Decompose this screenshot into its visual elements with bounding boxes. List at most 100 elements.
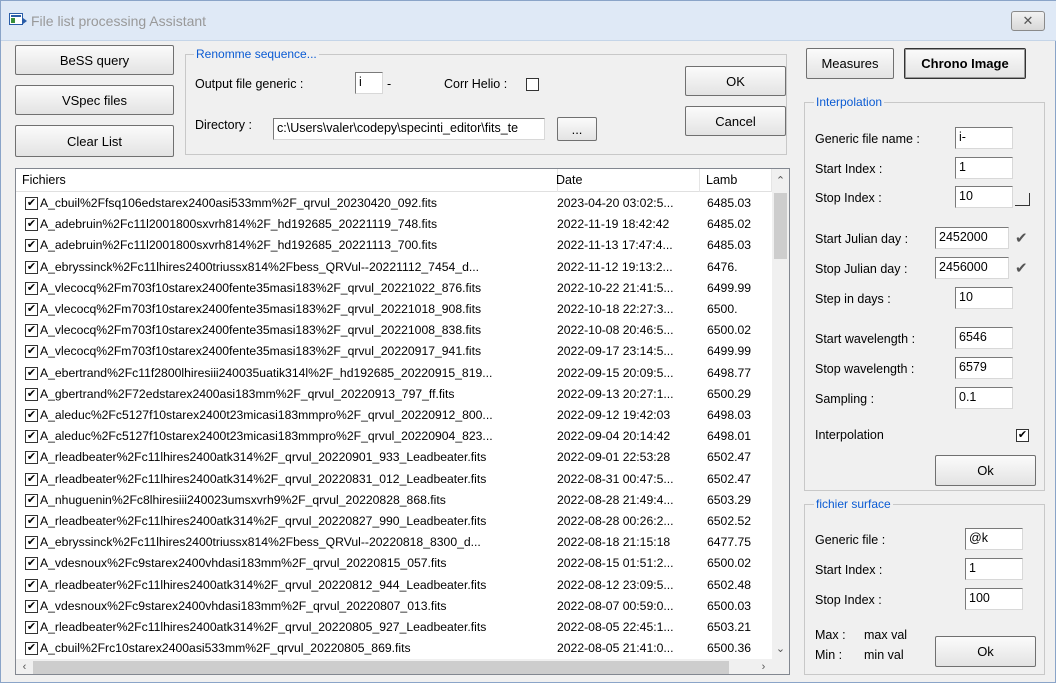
table-row[interactable]: ✔ A_gbertrand%2F72edstarex2400asi183mm%2F… [16, 384, 772, 405]
output-file-input[interactable]: i [355, 72, 383, 94]
start-julian-input[interactable]: 2452000 [935, 227, 1009, 249]
scroll-right-icon[interactable]: › [755, 659, 772, 674]
row-checkbox[interactable]: ✔ [25, 515, 38, 528]
row-checkbox[interactable]: ✔ [25, 472, 38, 486]
chrono-image-button[interactable]: Chrono Image [904, 48, 1026, 79]
ok-button[interactable]: OK [685, 66, 786, 96]
row-checkbox[interactable]: ✔ [25, 578, 38, 592]
row-checkbox[interactable]: ✔ [25, 621, 38, 634]
row-checkbox[interactable]: ✔ [25, 303, 38, 316]
list-header: Fichiers Date Lamb [16, 169, 789, 192]
table-row[interactable]: ✔ A_vdesnoux%2Fc9starex2400vhdasi183mm%2F… [16, 596, 772, 617]
row-checkbox[interactable]: ✔ [25, 387, 38, 401]
clear-list-button[interactable]: Clear List [15, 125, 174, 157]
bess-query-button[interactable]: BeSS query [15, 45, 174, 75]
interpolation-ok-button[interactable]: Ok [935, 455, 1036, 486]
scroll-down-icon[interactable]: ⌄ [772, 641, 789, 658]
row-checkbox[interactable]: ✔ [25, 642, 38, 656]
table-row[interactable]: ✔ A_cbuil%2Frc10starex2400asi533mm%2F_qrv… [16, 638, 772, 659]
stop-julian-input[interactable]: 2456000 [935, 257, 1009, 279]
table-row[interactable]: ✔ A_cbuil%2Ffsq106edstarex2400asi533mm%2F… [16, 193, 772, 214]
vspec-files-button[interactable]: VSpec files [15, 85, 174, 115]
column-header-lamb[interactable]: Lamb [700, 169, 772, 192]
row-file-name: A_rleadbeater%2Fc11lhires2400atk314%2F_q… [40, 620, 487, 634]
table-row[interactable]: ✔ A_adebruin%2Fc11l2001800sxvrh814%2F_hd1… [16, 235, 772, 256]
row-date: 2022-08-31 00:47:5... [557, 471, 674, 486]
start-julian-check-icon[interactable]: ✔ [1015, 229, 1028, 247]
table-row[interactable]: ✔ A_rleadbeater%2Fc11lhires2400atk314%2F_… [16, 447, 772, 468]
row-checkbox[interactable]: ✔ [25, 324, 38, 338]
row-checkbox[interactable]: ✔ [25, 366, 38, 380]
table-row[interactable]: ✔ A_adebruin%2Fc11l2001800sxvrh814%2F_hd1… [16, 214, 772, 235]
surface-stop-index-input[interactable]: 100 [965, 588, 1023, 610]
row-date: 2022-10-08 20:46:5... [557, 323, 674, 338]
surface-ok-button[interactable]: Ok [935, 636, 1036, 667]
row-file-name: A_rleadbeater%2Fc11lhires2400atk314%2F_q… [40, 471, 487, 486]
row-checkbox[interactable]: ✔ [25, 451, 38, 465]
row-checkbox[interactable]: ✔ [25, 239, 38, 253]
close-button[interactable]: ✕ [1011, 11, 1045, 31]
row-file-name: A_vlecocq%2Fm703f10starex2400fente35masi… [40, 280, 482, 295]
stop-index-input[interactable]: 10 [955, 186, 1013, 208]
stop-index-checkbox[interactable] [1015, 193, 1030, 206]
scroll-left-icon[interactable]: ‹ [16, 659, 33, 674]
column-header-fichiers[interactable]: Fichiers [16, 169, 558, 192]
surface-start-index-input[interactable]: 1 [965, 558, 1023, 580]
generic-file-input[interactable]: @k [965, 528, 1023, 550]
surface-stop-index-label: Stop Index : [815, 593, 882, 607]
row-checkbox[interactable]: ✔ [25, 493, 38, 507]
browse-button[interactable]: ... [557, 117, 597, 141]
start-wavelength-input[interactable]: 6546 [955, 327, 1013, 349]
stop-wavelength-input[interactable]: 6579 [955, 357, 1013, 379]
table-row[interactable]: ✔ A_vlecocq%2Fm703f10starex2400fente35mas… [16, 278, 772, 299]
row-date: 2022-08-18 21:15:18 [557, 535, 671, 550]
table-row[interactable]: ✔ A_ebryssinck%2Fc11lhires2400triussx814%… [16, 532, 772, 553]
generic-file-name-input[interactable]: i- [955, 127, 1013, 149]
row-file-name: A_gbertrand%2F72edstarex2400asi183mm%2F_… [40, 386, 455, 401]
row-lamb: 6500.36 [707, 641, 752, 656]
table-row[interactable]: ✔ A_aleduc%2Fc5127f10starex2400t23micasi1… [16, 405, 772, 426]
stop-julian-check-icon[interactable]: ✔ [1015, 259, 1028, 277]
row-checkbox[interactable]: ✔ [25, 536, 38, 550]
table-row[interactable]: ✔ A_ebryssinck%2Fc11lhires2400triussx814%… [16, 257, 772, 278]
row-lamb: 6477.75 [707, 535, 752, 550]
table-row[interactable]: ✔ A_ebertrand%2Fc11f2800lhiresiii240035ua… [16, 363, 772, 384]
cancel-button[interactable]: Cancel [685, 106, 786, 136]
corr-helio-checkbox[interactable] [526, 78, 539, 91]
measures-button[interactable]: Measures [806, 48, 894, 79]
row-checkbox[interactable]: ✔ [25, 345, 38, 359]
row-checkbox[interactable]: ✔ [25, 409, 38, 422]
table-row[interactable]: ✔ A_nhuguenin%2Fc8lhiresiii240023umsxvrh9… [16, 490, 772, 511]
table-row[interactable]: ✔ A_rleadbeater%2Fc11lhires2400atk314%2F_… [16, 575, 772, 596]
title-bar[interactable]: File list processing Assistant ✕ [1, 1, 1056, 41]
table-row[interactable]: ✔ A_vlecocq%2Fm703f10starex2400fente35mas… [16, 320, 772, 341]
sampling-input[interactable]: 0.1 [955, 387, 1013, 409]
scroll-up-icon[interactable]: ⌃ [772, 173, 789, 190]
file-list[interactable]: Fichiers Date Lamb ✔ A_cbuil%2Ffsq106edst… [15, 168, 790, 675]
directory-input[interactable]: c:\Users\valer\codepy\specinti_editor\fi… [273, 118, 545, 140]
table-row[interactable]: ✔ A_rleadbeater%2Fc11lhires2400atk314%2F_… [16, 511, 772, 532]
table-row[interactable]: ✔ A_vlecocq%2Fm703f10starex2400fente35mas… [16, 341, 772, 362]
column-header-date[interactable]: Date [550, 169, 700, 192]
start-index-input[interactable]: 1 [955, 157, 1013, 179]
table-row[interactable]: ✔ A_vdesnoux%2Fc9starex2400vhdasi183mm%2F… [16, 553, 772, 574]
step-days-label: Step in days : [815, 292, 891, 306]
horizontal-scroll-thumb[interactable] [33, 661, 729, 674]
row-file-name: A_vlecocq%2Fm703f10starex2400fente35masi… [40, 302, 482, 316]
table-row[interactable]: ✔ A_aleduc%2Fc5127f10starex2400t23micasi1… [16, 426, 772, 447]
row-checkbox[interactable]: ✔ [25, 281, 38, 295]
row-checkbox[interactable]: ✔ [25, 599, 38, 613]
row-checkbox[interactable]: ✔ [25, 218, 38, 232]
step-days-input[interactable]: 10 [955, 287, 1013, 309]
table-row[interactable]: ✔ A_rleadbeater%2Fc11lhires2400atk314%2F_… [16, 617, 772, 638]
row-checkbox[interactable]: ✔ [25, 430, 38, 444]
vertical-scroll-thumb[interactable] [774, 193, 787, 259]
row-checkbox[interactable]: ✔ [25, 197, 38, 210]
row-lamb: 6498.03 [707, 408, 752, 422]
row-checkbox[interactable]: ✔ [25, 260, 38, 274]
interpolation-checkbox[interactable]: ✔ [1016, 429, 1029, 442]
row-checkbox[interactable]: ✔ [25, 557, 38, 571]
table-row[interactable]: ✔ A_rleadbeater%2Fc11lhires2400atk314%2F_… [16, 469, 772, 490]
table-row[interactable]: ✔ A_vlecocq%2Fm703f10starex2400fente35mas… [16, 299, 772, 320]
row-file-name: A_cbuil%2Ffsq106edstarex2400asi533mm%2F_… [40, 196, 438, 210]
